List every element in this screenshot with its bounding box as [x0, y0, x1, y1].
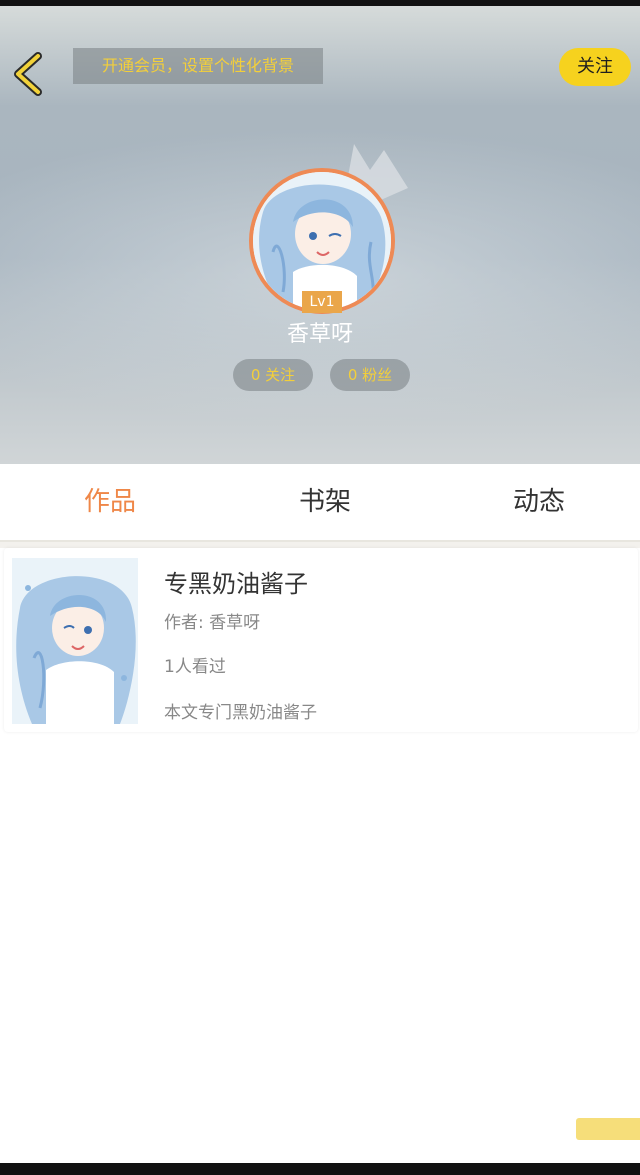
- tab-works[interactable]: 作品: [40, 464, 180, 540]
- back-button[interactable]: [10, 50, 50, 98]
- book-cover: [12, 558, 138, 724]
- floating-tab[interactable]: [576, 1118, 640, 1140]
- book-views: 1人看过: [164, 657, 226, 677]
- username: 香草呀: [286, 322, 353, 347]
- fans-count[interactable]: 0 粉丝: [330, 359, 410, 391]
- tab-activity[interactable]: 动态: [469, 464, 609, 540]
- book-description: 本文专门黑奶油酱子: [164, 703, 317, 723]
- vip-background-banner[interactable]: 开通会员，设置个性化背景: [73, 48, 323, 84]
- book-author: 作者: 香草呀: [164, 613, 261, 633]
- book-title: 专黑奶油酱子: [164, 570, 308, 598]
- following-count[interactable]: 0 关注: [233, 359, 313, 391]
- profile-tabs: 作品 书架 动态: [0, 464, 640, 542]
- tab-bookshelf[interactable]: 书架: [255, 464, 395, 540]
- book-cover-image: [12, 558, 138, 724]
- avatar-image: [253, 172, 391, 310]
- system-nav-bar: [0, 1163, 640, 1175]
- work-card[interactable]: 专黑奶油酱子 作者: 香草呀 1人看过 本文专门黑奶油酱子: [4, 548, 638, 732]
- level-badge: Lv1: [302, 291, 342, 313]
- chevron-left-icon: [14, 52, 42, 96]
- follow-button[interactable]: 关注: [559, 48, 631, 86]
